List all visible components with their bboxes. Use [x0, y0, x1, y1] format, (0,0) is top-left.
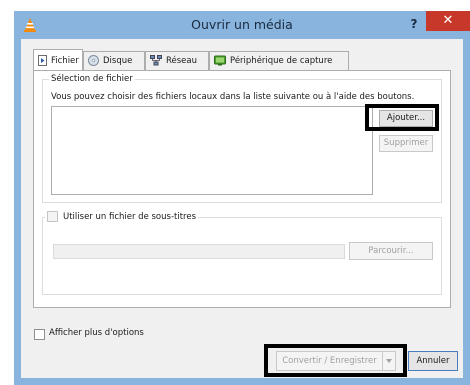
subtitle-file-field[interactable] [53, 244, 345, 259]
dialog-client-area: Fichier Disque Réseau Périphérique de ca… [21, 39, 463, 378]
subtitles-checkbox-label: Utiliser un fichier de sous-titres [63, 211, 197, 222]
tab-fichier[interactable]: Fichier [33, 49, 83, 71]
tab-reseau[interactable]: Réseau [145, 51, 209, 71]
remove-button[interactable]: Supprimer [379, 135, 433, 152]
file-icon [38, 55, 47, 66]
capture-device-icon [214, 55, 226, 66]
browse-button[interactable]: Parcourir... [349, 242, 433, 260]
subtitles-title: Utiliser un fichier de sous-titres [45, 211, 199, 222]
tab-label: Fichier [51, 56, 79, 66]
highlight-box-add [365, 104, 439, 131]
more-options-checkbox[interactable] [34, 329, 45, 340]
subtitles-group: Utiliser un fichier de sous-titres Parco… [42, 211, 442, 295]
highlight-box-convert [264, 344, 407, 377]
tab-label: Réseau [166, 56, 198, 66]
tab-peripherique-capture[interactable]: Périphérique de capture [209, 51, 349, 71]
file-selection-title: Sélection de fichier [49, 74, 135, 84]
file-list[interactable] [51, 106, 373, 195]
tab-disque[interactable]: Disque [83, 51, 145, 71]
tab-panel-fichier: Sélection de fichier Vous pouvez choisir… [33, 70, 451, 308]
title-bar[interactable]: Ouvrir un média ? ✕ [14, 11, 470, 39]
more-options-label: Afficher plus d'options [49, 328, 144, 338]
window-title: Ouvrir un média [191, 17, 293, 32]
network-icon [150, 55, 162, 66]
dialog-window: Ouvrir un média ? ✕ Fichier Disque Résea… [14, 11, 470, 385]
close-button[interactable]: ✕ [426, 11, 470, 31]
tab-label: Périphérique de capture [230, 56, 333, 66]
file-selection-description: Vous pouvez choisir des fichiers locaux … [51, 92, 415, 102]
tab-label: Disque [103, 56, 133, 66]
subtitles-checkbox[interactable] [47, 211, 58, 222]
cancel-button[interactable]: Annuler [408, 351, 458, 371]
help-button[interactable]: ? [404, 15, 424, 33]
file-selection-group: Sélection de fichier Vous pouvez choisir… [42, 74, 442, 203]
close-icon: ✕ [442, 13, 454, 28]
disc-icon [88, 55, 99, 66]
